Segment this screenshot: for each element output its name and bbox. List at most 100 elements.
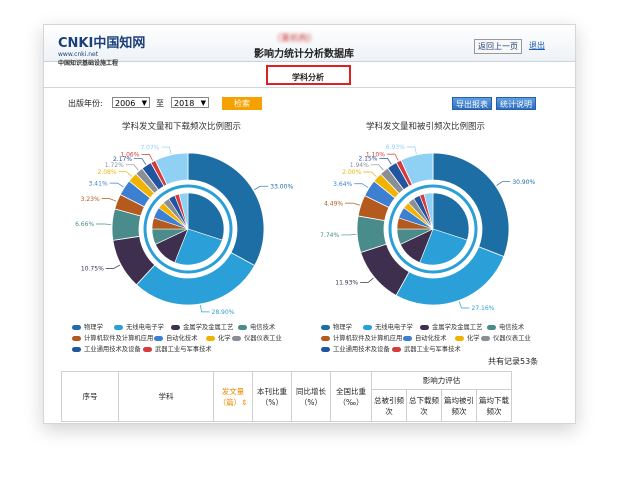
legend-item[interactable]: 工业通用技术及设备 (321, 344, 390, 353)
legend-label: 武器工业与军事技术 (155, 346, 212, 353)
institution-name: （某机构） (272, 34, 318, 44)
legend-item[interactable]: 化学 (206, 333, 231, 342)
exit-link[interactable]: 退出 (529, 40, 545, 51)
header-bar: CNKI中国知网 www.cnki.net 中国知识基础设施工程 （某机构） 影… (44, 25, 575, 67)
col-publications-header[interactable]: 发文量（篇）⇕ (213, 371, 253, 422)
legend-item[interactable]: 物理学 (72, 322, 103, 331)
col-national-header[interactable]: 全国比重（‰） (330, 371, 372, 422)
legend-label: 自动化技术 (166, 335, 198, 342)
legend-item[interactable]: 化学 (455, 333, 480, 342)
label-leader-line (354, 183, 369, 188)
app-window: CNKI中国知网 www.cnki.net 中国知识基础设施工程 （某机构） 影… (43, 24, 576, 424)
slice-label: 3.41% (89, 180, 108, 187)
label-leader-line (101, 198, 117, 202)
legend-item[interactable]: 仪器仪表工业 (232, 333, 282, 342)
legend-item[interactable]: 工业通用技术及设备 (72, 344, 141, 353)
label-leader-line (105, 264, 121, 269)
legend-swatch (238, 324, 247, 330)
legend-item[interactable]: 计算机软件及计算机应用 (321, 333, 402, 342)
legend-item[interactable]: 物理学 (321, 322, 352, 331)
col-growth-header[interactable]: 同比增长（%） (291, 371, 331, 422)
legend-swatch (72, 335, 81, 341)
slice-label: 6.66% (75, 221, 94, 228)
legend-swatch (72, 346, 81, 352)
legend-label: 电信技术 (250, 324, 276, 331)
legend-label: 仪器仪表工业 (493, 335, 531, 342)
legend-item[interactable]: 金属学及金属工艺 (171, 322, 233, 331)
legend-label: 无线电电子学 (375, 324, 413, 331)
legend-item[interactable]: 电信技术 (487, 322, 524, 331)
label-leader-line (161, 146, 172, 154)
label-leader-line (345, 202, 360, 206)
legend-label: 工业通用技术及设备 (84, 346, 141, 353)
sort-icon[interactable]: ⇕ (241, 398, 247, 407)
slice-label: 7.74% (320, 232, 339, 239)
legend-item[interactable]: 自动化技术 (403, 333, 446, 342)
legend-item[interactable]: 仪器仪表工业 (481, 333, 531, 342)
legend-swatch (392, 346, 401, 352)
slice-label: 1.94% (350, 162, 369, 169)
legend-label: 计算机软件及计算机应用 (333, 335, 403, 342)
legend-item[interactable]: 武器工业与军事技术 (392, 344, 461, 353)
legend-label: 物理学 (333, 324, 352, 331)
to-label: 至 (156, 99, 164, 108)
col-total-cited-header[interactable]: 总被引频次 (371, 389, 407, 422)
search-button[interactable]: 检索 (222, 97, 262, 110)
label-leader-line (118, 171, 132, 177)
slice-label: 27.16% (472, 305, 495, 312)
legend-item[interactable]: 无线电电子学 (363, 322, 413, 331)
legend-item[interactable]: 电信技术 (238, 322, 275, 331)
legend-swatch (481, 335, 490, 341)
label-leader-line (200, 304, 210, 313)
stats-help-button[interactable]: 统计说明 (496, 97, 536, 110)
back-button[interactable]: 返回上一页 (474, 39, 522, 54)
legend-swatch (171, 324, 180, 330)
legend-item[interactable]: 无线电电子学 (114, 322, 164, 331)
col-ratio-header[interactable]: 本刊比重（%） (252, 371, 292, 422)
right-chart-title: 学科发文量和被引频次比例图示 (366, 122, 486, 132)
slice-label: 33.00% (270, 183, 293, 190)
legend-swatch (232, 335, 241, 341)
legend-swatch (321, 324, 330, 330)
legend-swatch (455, 335, 464, 341)
legend-label: 金属学及金属工艺 (183, 324, 234, 331)
export-report-button[interactable]: 导出报表 (452, 97, 492, 110)
col-avg-cited-header[interactable]: 篇均被引频次 (441, 389, 477, 422)
legend-label: 化学 (218, 335, 231, 342)
tab-divider (44, 87, 575, 88)
record-count: 共有记录53条 (488, 357, 539, 366)
from-year-select[interactable]: 2006 ▼ (112, 97, 150, 108)
slice-label: 3.64% (333, 181, 352, 188)
legend-label: 无线电电子学 (126, 324, 164, 331)
legend-item[interactable]: 金属学及金属工艺 (420, 322, 482, 331)
label-leader-line (386, 153, 399, 161)
label-leader-line (360, 277, 374, 283)
slice-label: 4.49% (324, 200, 343, 207)
slice-label: 3.23% (81, 196, 100, 203)
legend-swatch (403, 335, 412, 341)
legend-item[interactable]: 计算机软件及计算机应用 (72, 333, 153, 342)
col-avg-downloads-header[interactable]: 篇均下载频次 (476, 389, 512, 422)
slice-label: 2.00% (342, 169, 361, 176)
label-leader-line (254, 185, 269, 191)
to-year-select[interactable]: 2018 ▼ (171, 97, 209, 108)
legend-item[interactable]: 武器工业与军事技术 (143, 344, 212, 353)
legend-swatch (321, 335, 330, 341)
legend-swatch (363, 324, 372, 330)
cnki-logo: CNKI中国知网 www.cnki.net 中国知识基础设施工程 (58, 36, 146, 67)
slice-label: 7.07% (140, 144, 159, 151)
legend-swatch (206, 335, 215, 341)
col-total-downloads-header[interactable]: 总下载频次 (406, 389, 442, 422)
slice-label: 6.93% (386, 144, 405, 151)
results-table: 序号 学科 发文量（篇）⇕ 本刊比重（%） 同比增长（%） 全国比重（‰） 影响… (61, 371, 512, 422)
slice-label: 10.75% (81, 266, 104, 273)
col-index-header: 序号 (61, 371, 119, 422)
legend-swatch (154, 335, 163, 341)
legend-item[interactable]: 自动化技术 (154, 333, 197, 342)
tab-subject-analysis-label: 学科分析 (292, 73, 324, 82)
citation-ratio-chart: 30.90%27.16%11.93%7.74%4.49%3.64%2.00%1.… (320, 144, 535, 312)
slice-label: 1.06% (120, 152, 139, 159)
download-ratio-chart: 33.00%28.90%10.75%6.66%3.23%3.41%2.08%1.… (75, 144, 293, 316)
label-leader-line (458, 301, 470, 309)
slice-label: 1.10% (366, 151, 385, 158)
